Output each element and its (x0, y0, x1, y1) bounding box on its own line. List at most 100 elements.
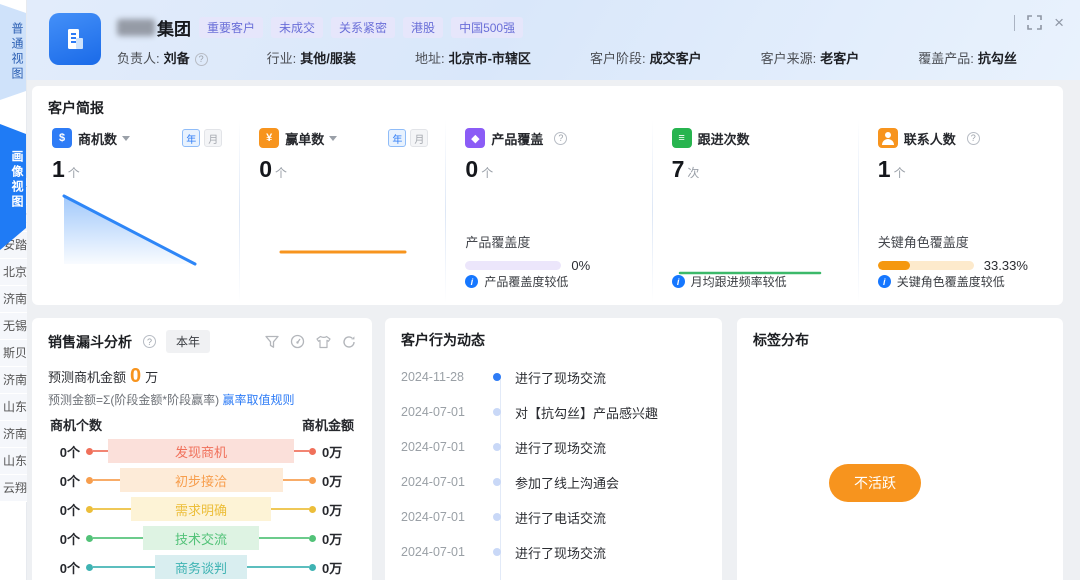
contact-icon (878, 128, 898, 148)
timeline-dot (493, 373, 501, 381)
key-role-percent: 33.33% (984, 258, 1028, 273)
crm-customer-portrait-window: 济南 南京 安踏 北京 济南 无锡 斯贝 济南 山东 济南 山东 云翔 普通视图… (0, 0, 1080, 580)
chevron-down-icon[interactable] (122, 136, 130, 141)
funnel-title: 销售漏斗分析 (48, 332, 132, 352)
timeline-event: 2024-07-01进行了现场交流 (401, 541, 706, 563)
stat-value: 0个 (465, 156, 634, 183)
tag-inactive[interactable]: 不活跃 (829, 464, 921, 502)
stat-value: 0个 (259, 156, 428, 183)
customer-briefing-panel: 客户简报 $ 商机数 年 月 1个 (32, 86, 1063, 305)
behavior-title: 客户行为动态 (401, 330, 706, 350)
timeline-event: 2024-07-01对【抗勾丝】产品感兴趣 (401, 401, 706, 423)
info-icon: i (465, 275, 478, 288)
field-owner: 负责人:刘备? (117, 48, 208, 68)
customer-tag: 中国500强 (451, 17, 523, 38)
timeline-event: 2024-07-01进行了现场交流 (401, 436, 706, 458)
list-item[interactable]: 济南 (0, 421, 27, 448)
behavior-timeline: 2024-11-28进行了现场交流 2024-07-01对【抗勾丝】产品感兴趣 … (401, 366, 706, 580)
help-icon[interactable]: ? (967, 132, 980, 145)
toggle-month[interactable]: 月 (410, 129, 428, 147)
list-item[interactable]: 云翔 (0, 475, 27, 502)
help-icon[interactable]: ? (143, 335, 156, 348)
alert-followup-low: i 月均跟进频率较低 (672, 273, 787, 290)
chevron-down-icon[interactable] (329, 136, 337, 141)
list-item[interactable]: 山东 (0, 394, 27, 421)
stat-value: 1个 (878, 156, 1047, 183)
field-products: 覆盖产品:抗勾丝 (918, 48, 1017, 68)
win-icon: ¥ (259, 128, 279, 148)
toggle-year[interactable]: 年 (388, 129, 406, 147)
column-opportunity-count: 商机个数 (50, 415, 102, 434)
timeline-event: 2024-07-01进行了电话交流 (401, 506, 706, 528)
list-item[interactable]: 山东 (0, 448, 27, 475)
stat-value: 7次 (672, 156, 841, 183)
funnel-stage-negotiation: 0个 商务谈判 0万 (48, 555, 356, 579)
toggle-month[interactable]: 月 (204, 129, 222, 147)
funnel-stage-initial-contact: 0个 初步接洽 0万 (48, 468, 356, 492)
timeline-dot (493, 443, 501, 451)
toggle-year[interactable]: 年 (182, 129, 200, 147)
fullscreen-icon[interactable] (1027, 15, 1042, 30)
field-industry: 行业:其他/服装 (267, 48, 356, 68)
customer-tag: 重要客户 (199, 17, 263, 38)
customer-tag: 关系紧密 (331, 17, 395, 38)
stat-card-followups: ≡ 跟进次数 7次 i 月均跟进频率较低 (651, 120, 857, 303)
field-address: 地址:北京市-市辖区 (415, 48, 531, 68)
alert-key-role-low: i 关键角色覆盖度较低 (878, 273, 1005, 290)
column-opportunity-amount: 商机金额 (302, 415, 354, 434)
stat-label: 商机数 (78, 129, 117, 148)
filter-icon[interactable] (265, 335, 279, 349)
building-icon (61, 25, 89, 53)
stat-card-wins: ¥ 赢单数 年 月 0个 (238, 120, 444, 303)
gauge-icon[interactable] (290, 334, 305, 349)
list-item[interactable]: 北京 (0, 259, 27, 286)
product-coverage-icon: ◆ (465, 128, 485, 148)
list-item[interactable]: 济南 (0, 286, 27, 313)
opportunity-icon: $ (52, 128, 72, 148)
customer-fields: 负责人:刘备? 行业:其他/服装 地址:北京市-市辖区 客户阶段:成交客户 客户… (117, 48, 1017, 68)
timeline-dot (493, 408, 501, 416)
opportunity-trend-chart (50, 190, 220, 276)
timeline-event: 2024-11-28进行了现场交流 (401, 366, 706, 388)
sales-funnel-panel: 销售漏斗分析 ? 本年 预测商机金额 0 万 预测金额=Σ(阶段金额*阶段赢率)… (32, 318, 372, 580)
company-name-redacted-block (117, 19, 155, 36)
win-rate-rule-link[interactable]: 赢率取值规则 (222, 393, 294, 407)
divider (1014, 15, 1015, 31)
info-icon: i (878, 275, 891, 288)
timeline-event: 2024-07-01参加了线上沟通会 (401, 576, 706, 580)
period-selector[interactable]: 本年 (166, 330, 210, 353)
company-avatar (49, 13, 101, 65)
stat-card-opportunities: $ 商机数 年 月 1个 (32, 120, 238, 303)
timeline-dot (493, 478, 501, 486)
list-item[interactable]: 斯贝 (0, 340, 27, 367)
timeline-event: 2024-07-01参加了线上沟通会 (401, 471, 706, 493)
year-month-toggle: 年 月 (388, 129, 428, 147)
list-item[interactable]: 济南 (0, 367, 27, 394)
win-trend-chart (257, 190, 427, 276)
customer-tag: 未成交 (271, 17, 323, 38)
funnel-stage-tech-exchange: 0个 技术交流 0万 (48, 526, 356, 550)
customer-header: 集团 重要客户 未成交 关系紧密 港股 中国500强 负责人:刘备? 行业:其他… (27, 0, 1080, 80)
field-source: 客户来源:老客户 (761, 48, 860, 68)
company-name: 集团 (117, 15, 191, 40)
timeline-dot (493, 548, 501, 556)
followup-icon: ≡ (672, 128, 692, 148)
customer-behavior-panel: 客户行为动态 2024-11-28进行了现场交流 2024-07-01对【抗勾丝… (385, 318, 722, 580)
funnel-stage-discover: 0个 发现商机 0万 (48, 439, 356, 463)
shirt-icon[interactable] (316, 335, 331, 349)
help-icon[interactable]: ? (554, 132, 567, 145)
stat-label: 产品覆盖 (491, 129, 543, 148)
tag-distribution-panel: 标签分布 不活跃 (737, 318, 1063, 580)
help-icon[interactable]: ? (195, 53, 208, 66)
tab-normal-view[interactable]: 普通视图 (0, 4, 26, 100)
stat-card-contacts: 联系人数 ? 1个 关键角色覆盖度 33.33% i 关键角色覆盖度较低 (857, 120, 1063, 303)
refresh-icon[interactable] (342, 335, 356, 349)
tab-portrait-view[interactable]: 画像视图 (0, 124, 26, 250)
forecast-formula: 预测金额=Σ(阶段金额*阶段赢率) 赢率取值规则 (48, 391, 356, 408)
close-icon[interactable]: × (1054, 14, 1064, 31)
forecast-amount: 预测商机金额 0 万 (48, 366, 356, 386)
key-role-coverage-label: 关键角色覆盖度 (878, 232, 969, 251)
timeline-dot (493, 513, 501, 521)
stat-label: 跟进次数 (698, 129, 750, 148)
list-item[interactable]: 无锡 (0, 313, 27, 340)
